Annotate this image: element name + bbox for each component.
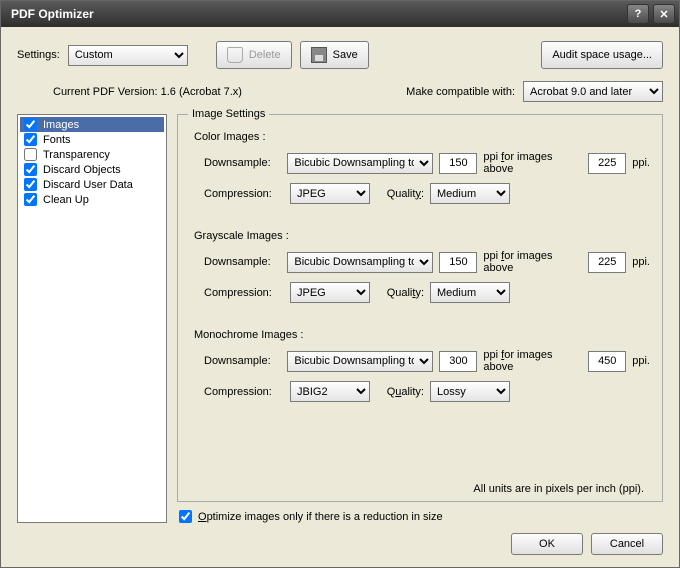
downsample-label: Downsample: <box>204 157 281 169</box>
optimize-row: Optimize images only if there is a reduc… <box>177 510 663 523</box>
help-button[interactable]: ? <box>627 4 649 24</box>
checkbox-discard-objects[interactable] <box>24 163 37 176</box>
grayscale-images-title: Grayscale Images : <box>194 230 650 242</box>
titlebar: PDF Optimizer ? ✕ <box>1 1 679 27</box>
sidebar-item-images[interactable]: Images <box>20 117 164 132</box>
sidebar-item-clean-up[interactable]: Clean Up <box>20 192 164 207</box>
trash-icon <box>227 47 243 63</box>
right-column: Image Settings Color Images : Downsample… <box>177 114 663 523</box>
fieldset-legend: Image Settings <box>188 108 269 120</box>
gray-compression-row: Compression: JPEG Quality: Medium <box>190 282 650 303</box>
mono-images-title: Monochrome Images : <box>194 329 650 341</box>
color-ppi-input[interactable] <box>439 153 477 174</box>
settings-row: Settings: Custom Delete Save Audit space… <box>17 41 663 69</box>
mono-above-ppi-input[interactable] <box>588 351 626 372</box>
gray-downsample-row: Downsample: Bicubic Downsampling to ppi … <box>190 250 650 274</box>
gray-above-ppi-input[interactable] <box>588 252 626 273</box>
category-sidebar: Images Fonts Transparency Discard Object… <box>17 114 167 523</box>
footer: OK Cancel <box>17 523 663 555</box>
compat-select[interactable]: Acrobat 9.0 and later <box>523 81 663 102</box>
settings-select[interactable]: Custom <box>68 45 188 66</box>
version-row: Current PDF Version: 1.6 (Acrobat 7.x) M… <box>17 69 663 114</box>
gray-quality-select[interactable]: Medium <box>430 282 510 303</box>
compat-label: Make compatible with: <box>406 86 515 98</box>
checkbox-transparency[interactable] <box>24 148 37 161</box>
color-downsample-row: Downsample: Bicubic Downsampling to ppi … <box>190 151 650 175</box>
delete-button[interactable]: Delete <box>216 41 292 69</box>
color-images-title: Color Images : <box>194 131 650 143</box>
mono-downsample-row: Downsample: Bicubic Downsampling to ppi … <box>190 349 650 373</box>
checkbox-images[interactable] <box>24 118 37 131</box>
mono-quality-select[interactable]: Lossy <box>430 381 510 402</box>
optimize-only-reduction-checkbox[interactable] <box>179 510 192 523</box>
sidebar-item-discard-user-data[interactable]: Discard User Data <box>20 177 164 192</box>
optimize-label: Optimize images only if there is a reduc… <box>198 511 443 523</box>
color-above-ppi-input[interactable] <box>588 153 626 174</box>
dialog-body: Settings: Custom Delete Save Audit space… <box>1 27 679 567</box>
pdf-optimizer-window: PDF Optimizer ? ✕ Settings: Custom Delet… <box>0 0 680 568</box>
sidebar-item-discard-objects[interactable]: Discard Objects <box>20 162 164 177</box>
quality-label: Quality: <box>376 188 424 200</box>
current-version-label: Current PDF Version: 1.6 (Acrobat 7.x) <box>53 86 242 98</box>
checkbox-clean-up[interactable] <box>24 193 37 206</box>
mono-compression-select[interactable]: JBIG2 <box>290 381 370 402</box>
mono-ppi-input[interactable] <box>439 351 477 372</box>
checkbox-discard-user-data[interactable] <box>24 178 37 191</box>
save-button[interactable]: Save <box>300 41 369 69</box>
gray-ppi-input[interactable] <box>439 252 477 273</box>
settings-label: Settings: <box>17 49 60 61</box>
window-title: PDF Optimizer <box>11 7 94 21</box>
main-row: Images Fonts Transparency Discard Object… <box>17 114 663 523</box>
mono-downsample-select[interactable]: Bicubic Downsampling to <box>287 351 433 372</box>
gray-downsample-select[interactable]: Bicubic Downsampling to <box>287 252 433 273</box>
color-compression-select[interactable]: JPEG <box>290 183 370 204</box>
sidebar-item-transparency[interactable]: Transparency <box>20 147 164 162</box>
compression-label: Compression: <box>204 188 284 200</box>
gray-compression-select[interactable]: JPEG <box>290 282 370 303</box>
sidebar-item-fonts[interactable]: Fonts <box>20 132 164 147</box>
image-settings-fieldset: Image Settings Color Images : Downsample… <box>177 114 663 502</box>
cancel-button[interactable]: Cancel <box>591 533 663 555</box>
checkbox-fonts[interactable] <box>24 133 37 146</box>
floppy-icon <box>311 47 327 63</box>
color-compression-row: Compression: JPEG Quality: Medium <box>190 183 650 204</box>
mono-compression-row: Compression: JBIG2 Quality: Lossy <box>190 381 650 402</box>
close-button[interactable]: ✕ <box>653 4 675 24</box>
color-quality-select[interactable]: Medium <box>430 183 510 204</box>
audit-space-button[interactable]: Audit space usage... <box>541 41 663 69</box>
ok-button[interactable]: OK <box>511 533 583 555</box>
units-note: All units are in pixels per inch (ppi). <box>190 479 650 495</box>
color-downsample-select[interactable]: Bicubic Downsampling to <box>287 153 433 174</box>
